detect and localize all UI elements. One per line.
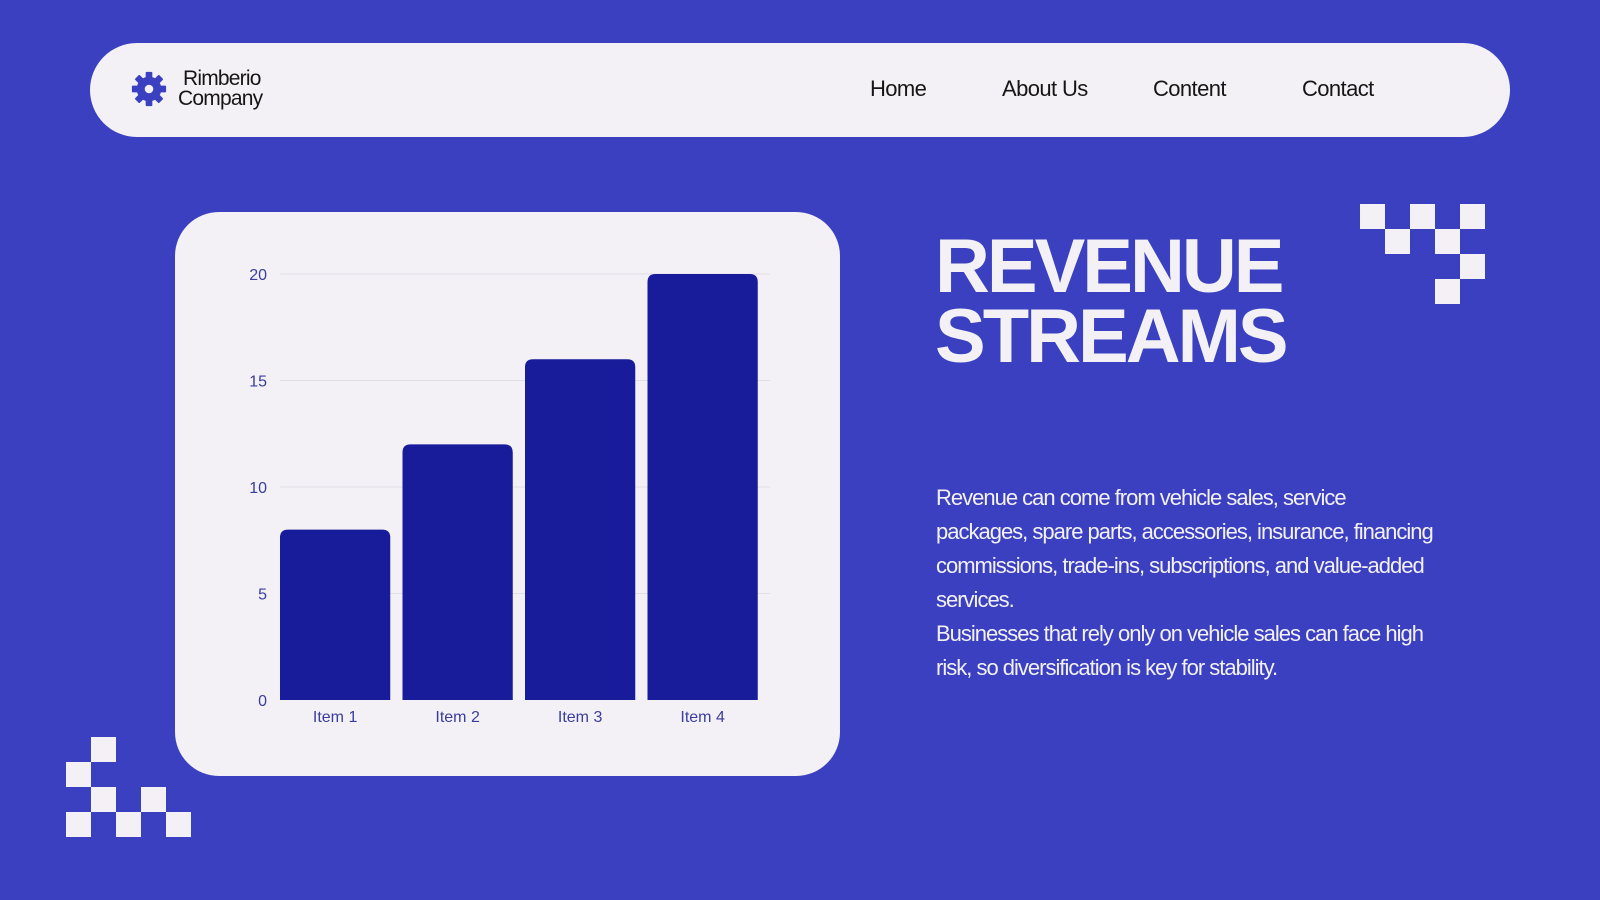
description-paragraph-1: Revenue can come from vehicle sales, ser…: [936, 485, 1434, 612]
y-tick-label: 10: [249, 480, 267, 497]
bar-chart: 0 5 10 15 20 Item 1 Item 2 Item 3 Item 4: [249, 267, 770, 726]
checker-decoration-bottom-left: [66, 737, 196, 837]
nav-link-contact[interactable]: Contact: [1302, 76, 1374, 102]
nav-link-home[interactable]: Home: [870, 76, 927, 102]
checker-square: [1360, 204, 1385, 229]
checker-square: [66, 762, 91, 787]
bar: [280, 529, 391, 700]
page-title-line2: STREAMS: [935, 294, 1289, 379]
checker-square: [141, 787, 166, 812]
y-tick-label: 0: [258, 693, 267, 710]
chart-card: 0 5 10 15 20 Item 1 Item 2 Item 3 Item 4: [175, 212, 840, 776]
checker-square: [91, 787, 116, 812]
checker-square: [166, 812, 191, 837]
x-tick-label: Item 2: [435, 709, 480, 726]
checker-square: [1410, 204, 1435, 229]
checker-square: [1385, 229, 1410, 254]
y-tick-label: 20: [249, 267, 267, 284]
bar: [402, 444, 513, 700]
checker-square: [1435, 229, 1460, 254]
y-tick-label: 5: [258, 587, 267, 604]
checker-square: [116, 812, 141, 837]
y-tick-label: 15: [249, 374, 267, 391]
x-tick-label: Item 1: [313, 709, 358, 726]
checker-square: [1435, 279, 1460, 304]
page-title-line1: REVENUE: [935, 224, 1284, 309]
description: Revenue can come from vehicle sales, ser…: [936, 481, 1436, 685]
checker-square: [66, 812, 91, 837]
nav-link-about-us[interactable]: About Us: [1002, 76, 1088, 102]
x-tick-label: Item 3: [558, 709, 603, 726]
checker-square: [1460, 254, 1485, 279]
top-navbar: Rimberio Company Home About Us Content C…: [90, 43, 1510, 137]
page-title: REVENUE STREAMS: [935, 224, 1289, 379]
checker-decoration-top-right: [1360, 204, 1490, 304]
nav-link-content[interactable]: Content: [1153, 76, 1226, 102]
x-tick-label: Item 4: [680, 709, 725, 726]
checker-square: [1460, 204, 1485, 229]
bar: [525, 359, 636, 700]
description-paragraph-2: Businesses that rely only on vehicle sal…: [936, 621, 1424, 680]
bar: [647, 274, 758, 700]
nav-links: Home About Us Content Contact: [90, 43, 1510, 137]
checker-square: [91, 737, 116, 762]
